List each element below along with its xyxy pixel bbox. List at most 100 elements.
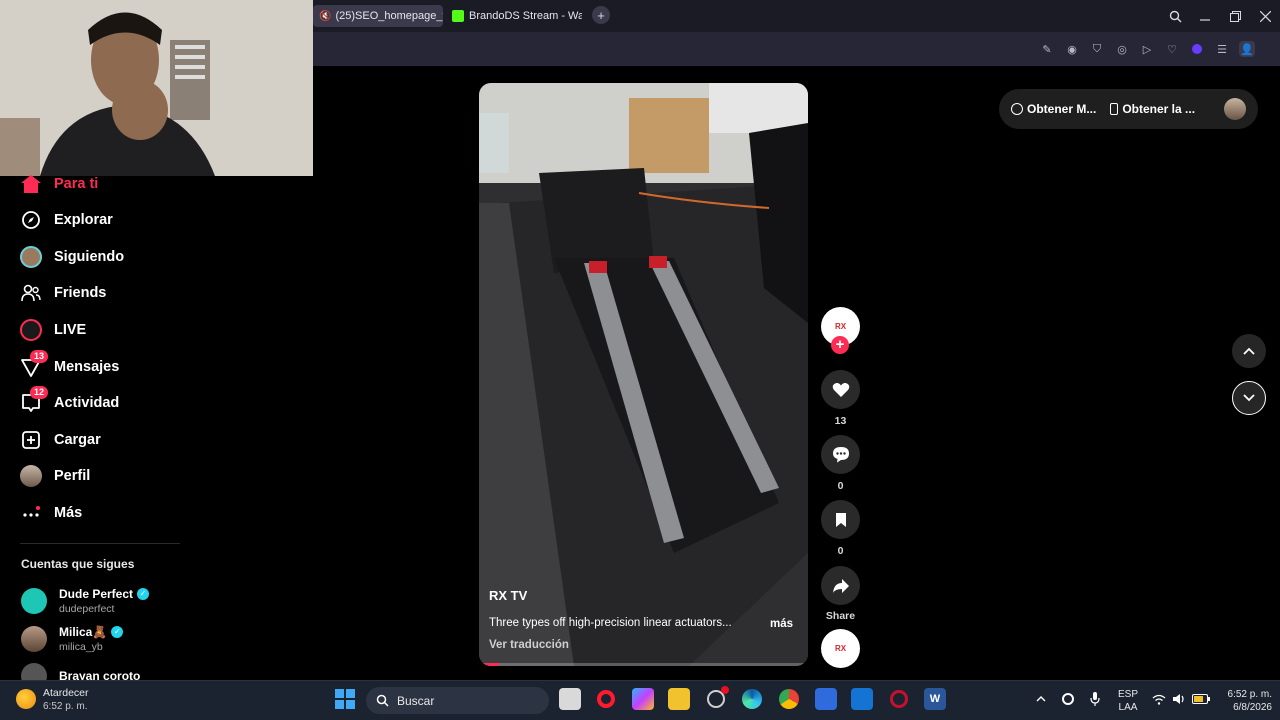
tab-seo-homepage[interactable]: 🔇 (25)SEO_homepage_ti bbox=[313, 5, 443, 27]
outlook-icon[interactable] bbox=[851, 688, 873, 710]
bookmark-icon bbox=[835, 512, 846, 527]
follow-plus-button[interactable]: + bbox=[831, 336, 849, 354]
get-app-button[interactable]: Obtener la ... bbox=[1110, 102, 1195, 116]
clock-date: 6/8/2026 bbox=[1233, 702, 1272, 713]
video-player[interactable]: RX TV Three types off high-precision lin… bbox=[479, 83, 808, 666]
search-tabs-icon[interactable] bbox=[1165, 6, 1185, 26]
like-count: 13 bbox=[834, 415, 847, 427]
sunset-weather-icon[interactable] bbox=[16, 689, 36, 709]
account-name: Milica🧸 bbox=[59, 625, 108, 639]
verified-icon: ✓ bbox=[111, 626, 124, 638]
chevron-up-icon[interactable] bbox=[1032, 688, 1050, 710]
search-icon bbox=[376, 694, 389, 707]
messages-icon: 13 bbox=[20, 350, 49, 378]
next-video-button[interactable] bbox=[1232, 381, 1266, 415]
activity-icon: 12 bbox=[20, 386, 49, 414]
aria-icon[interactable] bbox=[1189, 41, 1205, 57]
sidebar-item-live[interactable]: LIVE bbox=[20, 318, 86, 342]
phone-icon bbox=[1110, 103, 1119, 115]
tab-label: BrandoDS Stream - Watch bbox=[469, 10, 582, 22]
camera-icon[interactable]: ◉ bbox=[1064, 41, 1080, 57]
sidebar-item-mensajes[interactable]: 13 Mensajes bbox=[20, 350, 120, 379]
coin-icon bbox=[1011, 103, 1023, 115]
sidebar-item-actividad[interactable]: 12 Actividad bbox=[20, 386, 119, 415]
copilot-icon[interactable] bbox=[632, 688, 654, 710]
account-handle: milica_yb bbox=[59, 641, 103, 653]
easy-setup-icon[interactable]: ☰ bbox=[1214, 41, 1230, 57]
kick-logo-icon bbox=[452, 10, 464, 22]
account-handle: dudeperfect bbox=[59, 603, 115, 615]
get-coins-button[interactable]: Obtener M... bbox=[1011, 102, 1096, 116]
profile-avatar-icon bbox=[20, 465, 42, 487]
opera-gx-icon[interactable] bbox=[888, 688, 910, 710]
shield-icon[interactable]: ⛉ bbox=[1089, 41, 1105, 57]
sound-avatar[interactable]: RX bbox=[821, 629, 860, 668]
close-icon[interactable] bbox=[1255, 6, 1275, 26]
edge-browser-icon[interactable] bbox=[741, 688, 763, 710]
share-button[interactable] bbox=[821, 566, 860, 605]
sidebar-item-mas[interactable]: Más bbox=[20, 501, 82, 525]
video-progress-bar[interactable] bbox=[479, 663, 808, 666]
comment-button[interactable] bbox=[821, 435, 860, 474]
minimize-icon[interactable] bbox=[1195, 6, 1215, 26]
translate-link[interactable]: Ver traducción bbox=[489, 639, 569, 651]
new-tab-button[interactable]: + bbox=[592, 6, 610, 24]
opera-browser-icon[interactable] bbox=[595, 688, 617, 710]
heart-outline-icon[interactable]: ♡ bbox=[1164, 41, 1180, 57]
sidebar-item-para-ti[interactable]: Para ti bbox=[20, 172, 98, 196]
caption-more-link[interactable]: más bbox=[770, 618, 793, 630]
file-explorer-icon[interactable] bbox=[668, 688, 690, 710]
followed-account-dude-perfect[interactable]: Dude Perfect ✓ dudeperfect bbox=[21, 587, 150, 615]
following-accounts-title: Cuentas que sigues bbox=[21, 557, 135, 571]
video-frame bbox=[479, 83, 808, 666]
like-button[interactable] bbox=[821, 370, 860, 409]
following-avatar-icon bbox=[20, 246, 42, 268]
task-view-icon[interactable] bbox=[559, 688, 581, 710]
wifi-icon[interactable] bbox=[1150, 688, 1168, 710]
followed-account-milica[interactable]: Milica🧸 ✓ milica_yb bbox=[21, 625, 124, 653]
edit-icon[interactable]: ✎ bbox=[1039, 41, 1055, 57]
home-icon bbox=[20, 173, 42, 195]
avatar bbox=[21, 588, 47, 614]
video-caption: Three types off high-precision linear ac… bbox=[489, 617, 732, 629]
verified-icon: ✓ bbox=[137, 588, 150, 600]
tab-brandods-stream[interactable]: BrandoDS Stream - Watch bbox=[452, 5, 582, 27]
more-icon bbox=[20, 502, 42, 524]
restore-icon[interactable] bbox=[1225, 6, 1245, 26]
opera-tray-icon[interactable] bbox=[1059, 688, 1077, 710]
sidebar-item-label: Cargar bbox=[54, 432, 101, 448]
play-icon[interactable]: ▷ bbox=[1139, 41, 1155, 57]
vpn-icon[interactable]: ◎ bbox=[1114, 41, 1130, 57]
video-author[interactable]: RX TV bbox=[489, 588, 527, 603]
weather-title: Atardecer bbox=[43, 687, 89, 699]
sidebar-item-friends[interactable]: Friends bbox=[20, 281, 106, 305]
chevron-down-icon bbox=[1243, 394, 1255, 402]
language-indicator[interactable]: ESP LAA bbox=[1114, 688, 1142, 714]
windows-start-icon[interactable] bbox=[334, 688, 356, 710]
account-icon[interactable]: 👤 bbox=[1239, 41, 1255, 57]
system-clock[interactable]: 6:52 p. m. 6/8/2026 bbox=[1216, 688, 1272, 714]
microsoft-store-icon[interactable] bbox=[815, 688, 837, 710]
save-button[interactable] bbox=[821, 500, 860, 539]
sidebar-item-label: Mensajes bbox=[54, 359, 120, 375]
sidebar-item-siguiendo[interactable]: Siguiendo bbox=[20, 245, 124, 269]
microphone-icon[interactable] bbox=[1086, 688, 1104, 710]
chrome-icon[interactable] bbox=[778, 688, 800, 710]
sidebar-item-label: Siguiendo bbox=[54, 249, 125, 265]
sidebar-item-explorar[interactable]: Explorar bbox=[20, 208, 113, 232]
battery-icon[interactable] bbox=[1191, 688, 1211, 710]
sidebar-item-cargar[interactable]: Cargar bbox=[20, 428, 101, 452]
user-avatar[interactable] bbox=[1224, 98, 1246, 120]
weather-widget[interactable]: Atardecer 6:52 p. m. bbox=[43, 687, 89, 713]
heart-icon bbox=[832, 382, 849, 397]
compass-icon bbox=[20, 209, 42, 231]
sidebar-item-label: Para ti bbox=[54, 176, 99, 192]
previous-video-button[interactable] bbox=[1232, 334, 1266, 368]
tab-label: (25)SEO_homepage_ti bbox=[335, 10, 443, 22]
taskbar-search[interactable]: Buscar bbox=[366, 687, 549, 714]
settings-gear-icon[interactable] bbox=[705, 686, 729, 710]
word-icon[interactable]: W bbox=[924, 688, 946, 710]
webcam-overlay bbox=[0, 0, 313, 176]
volume-icon[interactable] bbox=[1170, 688, 1188, 710]
sidebar-item-perfil[interactable]: Perfil bbox=[20, 464, 90, 488]
